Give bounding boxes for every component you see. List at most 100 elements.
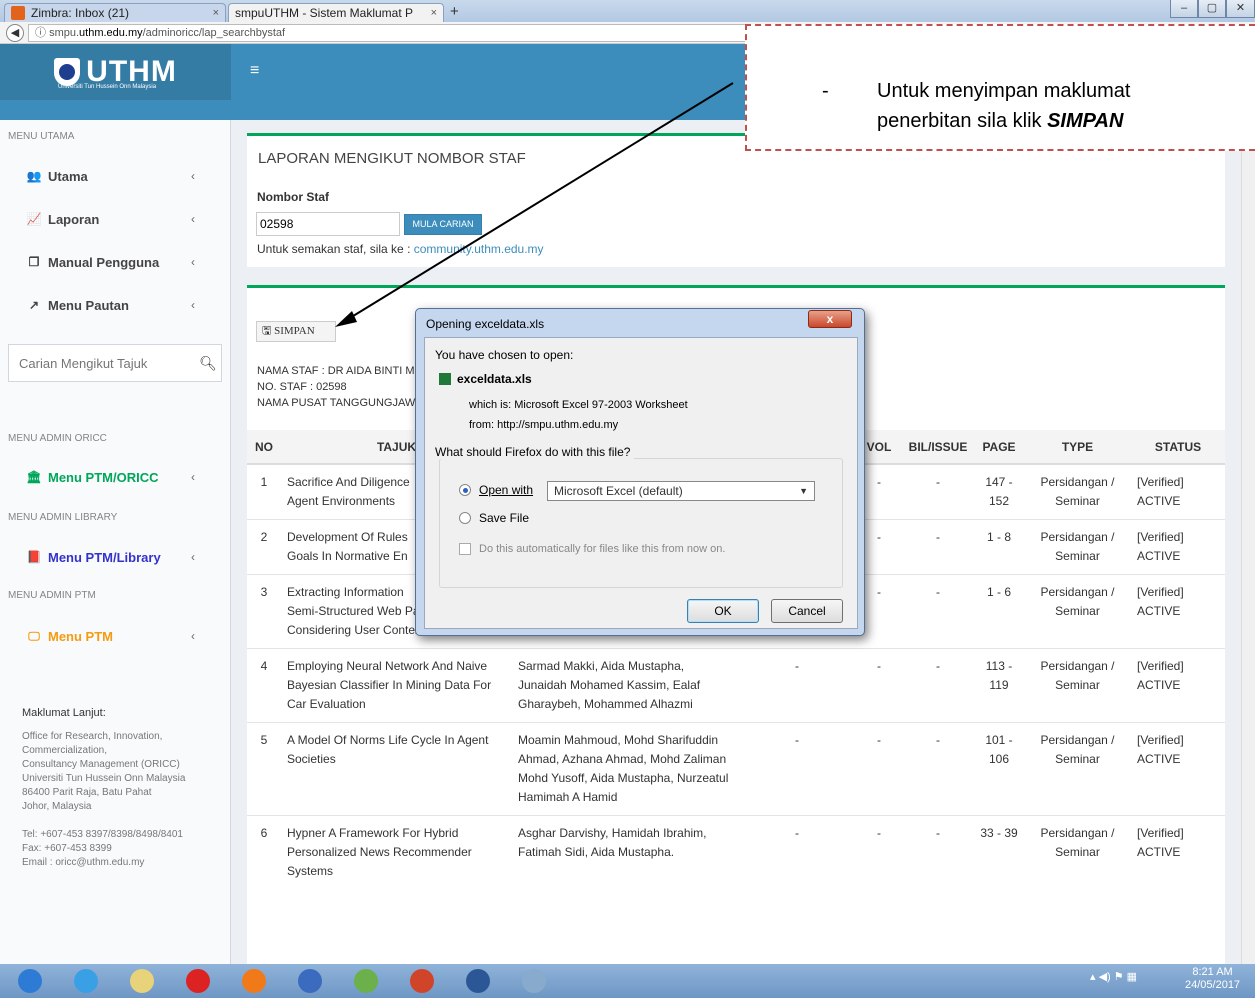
search-input[interactable] — [9, 355, 195, 371]
save-label: SIMPAN — [274, 325, 315, 337]
search-icon[interactable]: 🔍︎ — [195, 355, 221, 372]
cell-status: [Verified] ACTIVE — [1131, 574, 1225, 649]
hamburger-menu-icon[interactable]: ≡ — [250, 62, 259, 80]
url-prefix: smpu. — [49, 27, 80, 39]
cell-authors: Sarmad Makki, Aida Mustapha, Junaidah Mo… — [512, 648, 738, 723]
cell-bil: - — [902, 519, 974, 575]
application-select[interactable]: Microsoft Excel (default) ▼ — [547, 481, 815, 501]
instruction-callout: - Untuk menyimpan maklumat penerbitan si… — [745, 24, 1255, 151]
sidebar-item-ptm[interactable]: 🖵 Menu PTM ‹ — [0, 618, 231, 654]
sidebar-item-utama[interactable]: 👥 Utama ‹ — [0, 158, 231, 194]
url-field[interactable]: ⓘ smpu.uthm.edu.my/adminoricc/lap_search… — [28, 24, 748, 42]
chevron-left-icon: ‹ — [191, 470, 195, 484]
sidebar-item-manual[interactable]: ❐ Manual Pengguna ‹ — [0, 244, 231, 280]
staff-number-input[interactable] — [256, 212, 400, 236]
maximize-button[interactable]: ▢ — [1198, 0, 1226, 18]
community-link[interactable]: community.uthm.edu.my — [414, 242, 544, 256]
callout-text: Untuk menyimpan maklumat penerbitan sila… — [877, 76, 1237, 136]
sidebar-item-label: Utama — [48, 168, 88, 184]
virtualbox-icon[interactable] — [284, 966, 336, 996]
search-button[interactable]: MULA CARIAN — [404, 214, 482, 235]
cancel-button[interactable]: Cancel — [771, 599, 843, 623]
staff-no: NO. STAF : 02598 — [257, 381, 347, 393]
sidebar-item-ptm-oricc[interactable]: 🏛 Menu PTM/ORICC ‹ — [0, 459, 231, 495]
chevron-left-icon: ‹ — [191, 212, 195, 226]
cell-vol: - — [856, 648, 902, 723]
sidebar-item-label: Menu PTM — [48, 628, 113, 644]
vertical-scrollbar[interactable] — [1241, 120, 1255, 964]
table-row: 4 Employing Neural Network And Naive Baye… — [247, 648, 1225, 723]
contact-info: Maklumat Lanjut: Office for Research, In… — [22, 706, 222, 870]
uthm-logo[interactable]: UTHM Universiti Tun Hussein Onn Malaysia — [0, 44, 231, 100]
row-title: A Model Of Norms Life Cycle In Agent Soc… — [287, 733, 489, 766]
dialog-body: You have chosen to open: exceldata.xls w… — [424, 337, 858, 629]
cell-c4: - — [738, 815, 856, 889]
system-tray[interactable]: ▴ ◀) ⚑ ▦ — [1090, 970, 1137, 983]
clock-time: 8:21 AM — [1192, 966, 1233, 978]
frog-app-icon-glyph — [354, 969, 378, 993]
internet-explorer-icon[interactable] — [60, 966, 112, 996]
dialog-file: exceldata.xls — [439, 372, 532, 386]
start-orb-icon-glyph — [18, 969, 42, 993]
auto-checkbox[interactable] — [459, 543, 471, 555]
institution-icon: 🏛 — [26, 470, 42, 484]
paint-icon[interactable] — [508, 966, 560, 996]
start-orb-icon[interactable] — [4, 966, 56, 996]
sidebar-item-label: Menu PTM/ORICC — [48, 469, 159, 485]
tab-close-icon[interactable]: × — [213, 7, 219, 19]
minimize-button[interactable]: – — [1170, 0, 1198, 18]
chevron-left-icon: ‹ — [191, 629, 195, 643]
frog-app-icon[interactable] — [340, 966, 392, 996]
cell-no: 6 — [247, 815, 281, 889]
chevron-left-icon: ‹ — [191, 255, 195, 269]
open-with-radio[interactable] — [459, 484, 471, 496]
row-title: Employing Neural Network And Naive Bayes… — [287, 659, 492, 711]
cell-page: 33 - 39 — [974, 815, 1024, 889]
dialog-filename: exceldata.xls — [457, 372, 532, 386]
cell-type: Persidangan / Seminar — [1024, 574, 1131, 649]
dropdown-arrow-icon: ▼ — [799, 486, 808, 496]
file-explorer-icon[interactable] — [116, 966, 168, 996]
powerpoint-icon[interactable] — [396, 966, 448, 996]
callout-emphasis: SIMPAN — [1047, 110, 1124, 132]
cell-bil: - — [902, 648, 974, 723]
tab-zimbra[interactable]: Zimbra: Inbox (21) × — [4, 3, 226, 22]
cell-no: 1 — [247, 463, 281, 520]
save-file-radio[interactable] — [459, 512, 471, 524]
sidebar-item-laporan[interactable]: 📈 Laporan ‹ — [0, 201, 231, 237]
column-header: BIL/ISSUE — [902, 430, 974, 465]
tab-close-icon[interactable]: × — [431, 7, 437, 19]
section-admin-oricc: MENU ADMIN ORICC — [8, 433, 107, 444]
document-icon: ❐ — [28, 255, 40, 269]
sidebar-item-label: Laporan — [48, 211, 100, 227]
cell-c4: - — [738, 648, 856, 723]
new-tab-button[interactable]: + — [450, 3, 459, 20]
firefox-icon[interactable] — [228, 966, 280, 996]
cell-page: 147 - 152 — [974, 463, 1024, 520]
cell-vol: - — [856, 722, 902, 816]
cell-status: [Verified] ACTIVE — [1131, 648, 1225, 723]
logo-subtitle: Universiti Tun Hussein Onn Malaysia — [58, 84, 157, 90]
save-icon: 🖫 — [262, 325, 272, 337]
internet-explorer-icon-glyph — [74, 969, 98, 993]
opera-icon[interactable] — [172, 966, 224, 996]
tab-smpu[interactable]: smpuUTHM - Sistem Maklumat P × — [228, 3, 444, 22]
sidebar-item-ptm-library[interactable]: 📕 Menu PTM/Library ‹ — [0, 539, 231, 575]
save-button[interactable]: 🖫 SIMPAN — [256, 321, 336, 342]
close-window-button[interactable]: ✕ — [1226, 0, 1255, 18]
back-arrow-icon[interactable]: ◀ — [6, 24, 24, 42]
word-icon[interactable] — [452, 966, 504, 996]
clock[interactable]: 8:21 AM 24/05/2017 — [1185, 966, 1240, 992]
chart-icon: 📈 — [26, 212, 42, 226]
application-value: Microsoft Excel (default) — [554, 484, 683, 498]
section-menu-utama: MENU UTAMA — [8, 131, 75, 142]
callout-line2-text: penerbitan sila klik — [877, 110, 1048, 132]
info-heading: Maklumat Lanjut: — [22, 707, 106, 719]
ok-button[interactable]: OK — [687, 599, 759, 623]
row-title: Hypner A Framework For Hybrid Personaliz… — [287, 826, 472, 878]
table-row: 6 Hypner A Framework For Hybrid Personali… — [247, 815, 1225, 889]
cell-page: 113 - 119 — [974, 648, 1024, 723]
info-line: Johor, Malaysia — [22, 801, 92, 812]
sidebar-item-pautan[interactable]: ↗ Menu Pautan ‹ — [0, 287, 231, 323]
dialog-close-button[interactable]: x — [808, 310, 852, 328]
